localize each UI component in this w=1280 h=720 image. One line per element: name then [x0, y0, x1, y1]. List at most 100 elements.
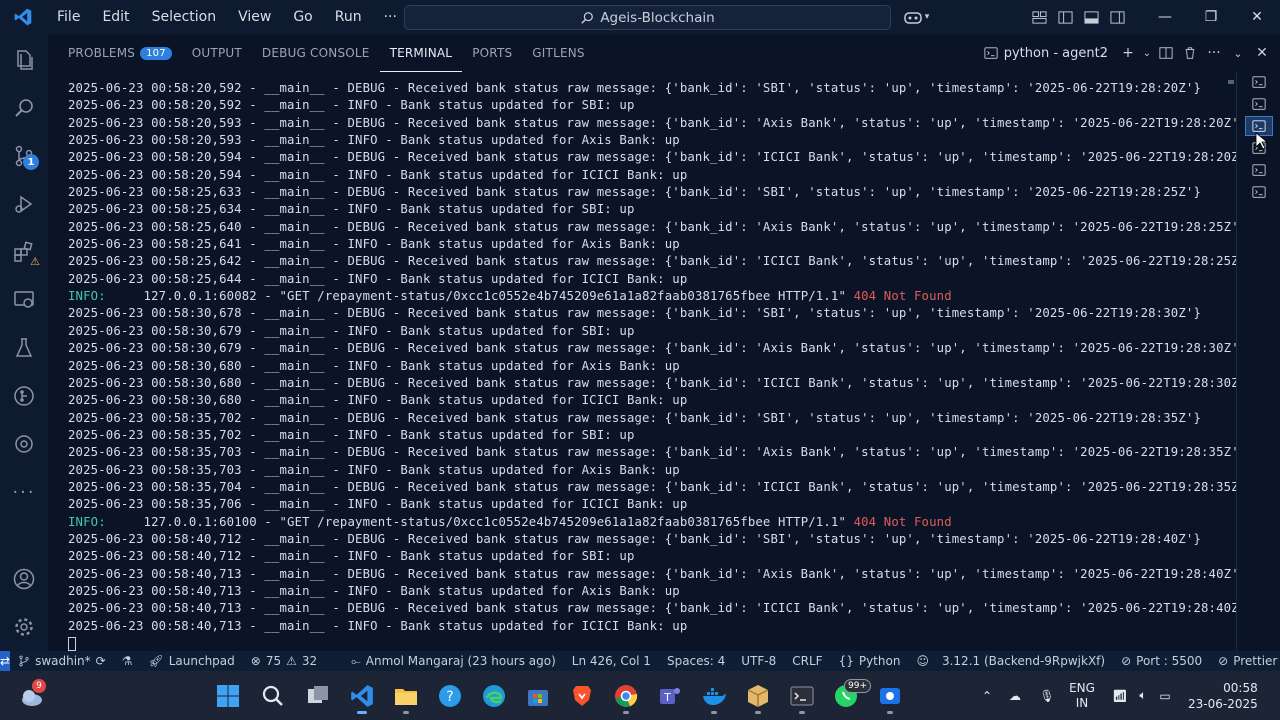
remote-explorer-icon[interactable] [0, 276, 48, 324]
menu-selection[interactable]: Selection [141, 9, 228, 25]
brave-browser-icon[interactable] [562, 677, 602, 715]
python-interpreter[interactable]: ☺︎ 3.12.1 (Backend-9RpwjkXf) [908, 654, 1113, 668]
more-actions-icon[interactable]: ··· [1202, 34, 1226, 72]
log-text: 127.0.0.1:60100 - "GET /repayment-status… [105, 514, 854, 529]
edge-browser-icon[interactable] [474, 677, 514, 715]
taskbar-search-icon[interactable] [253, 677, 293, 715]
prettier-status[interactable]: ⊘ Prettier [1210, 654, 1280, 668]
terminal-dropdown-icon[interactable]: ⌄ [1140, 34, 1154, 72]
restore-button[interactable]: ❐ [1188, 0, 1234, 34]
terminal-instance-1[interactable] [1245, 72, 1273, 92]
microphone-icon[interactable]: 🎙︎ [1032, 689, 1062, 703]
terminal-selector[interactable]: python - agent2 [984, 46, 1108, 61]
menu-file[interactable]: File [46, 9, 91, 25]
toggle-panel-icon[interactable] [1078, 0, 1104, 34]
gitlens-icon[interactable] [0, 372, 48, 420]
remote-indicator-icon[interactable]: ⇄ [0, 651, 11, 671]
terminal-instance-5[interactable] [1245, 160, 1273, 180]
terminal-output[interactable]: 2025-06-23 00:58:20,592 - __main__ - DEB… [48, 72, 1236, 651]
minimize-button[interactable]: — [1142, 0, 1188, 34]
branch-name: swadhin* [35, 654, 91, 668]
menu-view[interactable]: View [227, 9, 282, 25]
cloud-icon[interactable]: ☁︎ [998, 689, 1032, 703]
manage-gear-icon[interactable] [0, 603, 48, 651]
snipping-tool-icon[interactable] [870, 677, 910, 715]
kill-terminal-icon[interactable] [1178, 34, 1202, 72]
terminal-line: 2025-06-23 00:58:20,594 - __main__ - INF… [68, 167, 1236, 184]
source-control-icon[interactable]: 1 [0, 132, 48, 180]
git-blame-indicator[interactable]: ⟜ Anmol Mangaraj (23 hours ago) [343, 654, 564, 669]
run-debug-icon[interactable] [0, 180, 48, 228]
terminal-line: 2025-06-23 00:58:35,704 - __main__ - DEB… [68, 479, 1236, 496]
virtualbox-icon[interactable] [738, 677, 778, 715]
testing-icon[interactable] [0, 324, 48, 372]
gitlens-inspect-icon[interactable] [0, 420, 48, 468]
menu-edit[interactable]: Edit [91, 9, 140, 25]
docker-icon[interactable] [694, 677, 734, 715]
explorer-icon[interactable] [0, 36, 48, 84]
windows-start-icon[interactable] [208, 677, 248, 715]
customize-layout-icon[interactable] [1026, 0, 1052, 34]
sync-icon[interactable]: ⟳ [96, 654, 106, 668]
more-views-icon[interactable]: ··· [0, 468, 48, 516]
copilot-icon[interactable]: ▾ [896, 0, 936, 34]
tab-problems-label: PROBLEMS [68, 46, 136, 60]
taskbar-vscode-icon[interactable] [342, 677, 382, 715]
split-terminal-icon[interactable] [1154, 34, 1178, 72]
branch-indicator[interactable]: swadhin* ⟳ [10, 654, 114, 668]
terminal-instance-2[interactable] [1245, 94, 1273, 114]
tab-ports[interactable]: PORTS [462, 34, 522, 72]
live-server-port[interactable]: ⊘ Port : 5500 [1113, 654, 1210, 668]
cursor-position[interactable]: Ln 426, Col 1 [564, 654, 659, 668]
problems-count-badge: 107 [140, 46, 172, 60]
extensions-icon[interactable]: ⚠ [0, 228, 48, 276]
microsoft-store-icon[interactable] [518, 677, 558, 715]
tab-output[interactable]: OUTPUT [182, 34, 252, 72]
tab-gitlens[interactable]: GITLENS [522, 34, 594, 72]
warning-count: 32 [301, 654, 318, 668]
terminal-app-icon[interactable] [782, 677, 822, 715]
close-panel-icon[interactable]: ✕ [1250, 34, 1274, 72]
log-text: 2025-06-23 00:58:40,712 - __main__ - DEB… [68, 531, 1202, 546]
help-app-icon[interactable]: ? [430, 677, 470, 715]
maximize-panel-icon[interactable]: ⌄ [1226, 34, 1250, 72]
battery-icon[interactable]: ▭ [1154, 689, 1176, 703]
task-view-icon[interactable] [298, 677, 338, 715]
language-indicator[interactable]: ENG IN [1062, 681, 1102, 711]
indentation[interactable]: Spaces: 4 [659, 654, 733, 668]
wifi-icon[interactable]: 📶︎ [1108, 689, 1132, 703]
terminal-line: 2025-06-23 00:58:20,593 - __main__ - DEB… [68, 115, 1236, 132]
teams-icon[interactable]: T [650, 677, 690, 715]
toggle-secondary-sidebar-icon[interactable] [1104, 0, 1130, 34]
tab-debug-console[interactable]: DEBUG CONSOLE [252, 34, 380, 72]
volume-icon[interactable]: 🔈︎ [1132, 688, 1154, 703]
terminal-line: 2025-06-23 00:58:40,712 - __main__ - INF… [68, 548, 1236, 565]
end-of-line[interactable]: CRLF [784, 654, 830, 668]
launchpad-button[interactable]: 🚀︎ Launchpad [140, 654, 242, 668]
chrome-browser-icon[interactable] [606, 677, 646, 715]
gitlens-graph-icon[interactable]: ⚗ [114, 654, 141, 668]
new-terminal-icon[interactable]: + [1116, 34, 1140, 72]
accounts-icon[interactable] [0, 555, 48, 603]
menu-go[interactable]: Go [282, 9, 323, 25]
menu-run[interactable]: Run [324, 9, 373, 25]
close-window-button[interactable]: ✕ [1234, 0, 1280, 34]
terminal-prompt[interactable] [68, 635, 1236, 651]
file-explorer-icon[interactable] [386, 677, 426, 715]
search-icon[interactable] [0, 84, 48, 132]
menu-more[interactable]: ··· [373, 9, 408, 25]
command-center-search[interactable]: Ageis-Blockchain [404, 5, 891, 30]
tab-problems[interactable]: PROBLEMS 107 [58, 34, 182, 72]
problems-indicator[interactable]: ⊗ 75 ⚠ 32 [243, 654, 325, 668]
toggle-primary-sidebar-icon[interactable] [1052, 0, 1078, 34]
encoding[interactable]: UTF-8 [733, 654, 784, 668]
mouse-cursor-icon [1255, 132, 1269, 154]
tab-terminal[interactable]: TERMINAL [379, 34, 463, 72]
language-mode[interactable]: {} Python [831, 654, 909, 668]
clock[interactable]: 00:58 23-06-2025 [1188, 680, 1258, 712]
weather-widget-icon[interactable]: 9 [12, 677, 52, 715]
terminal-instance-6[interactable] [1245, 182, 1273, 202]
whatsapp-icon[interactable]: 99+ [826, 677, 871, 715]
tray-overflow-icon[interactable]: ⌃ [976, 689, 998, 703]
terminal-scrollbar[interactable] [1226, 80, 1236, 651]
